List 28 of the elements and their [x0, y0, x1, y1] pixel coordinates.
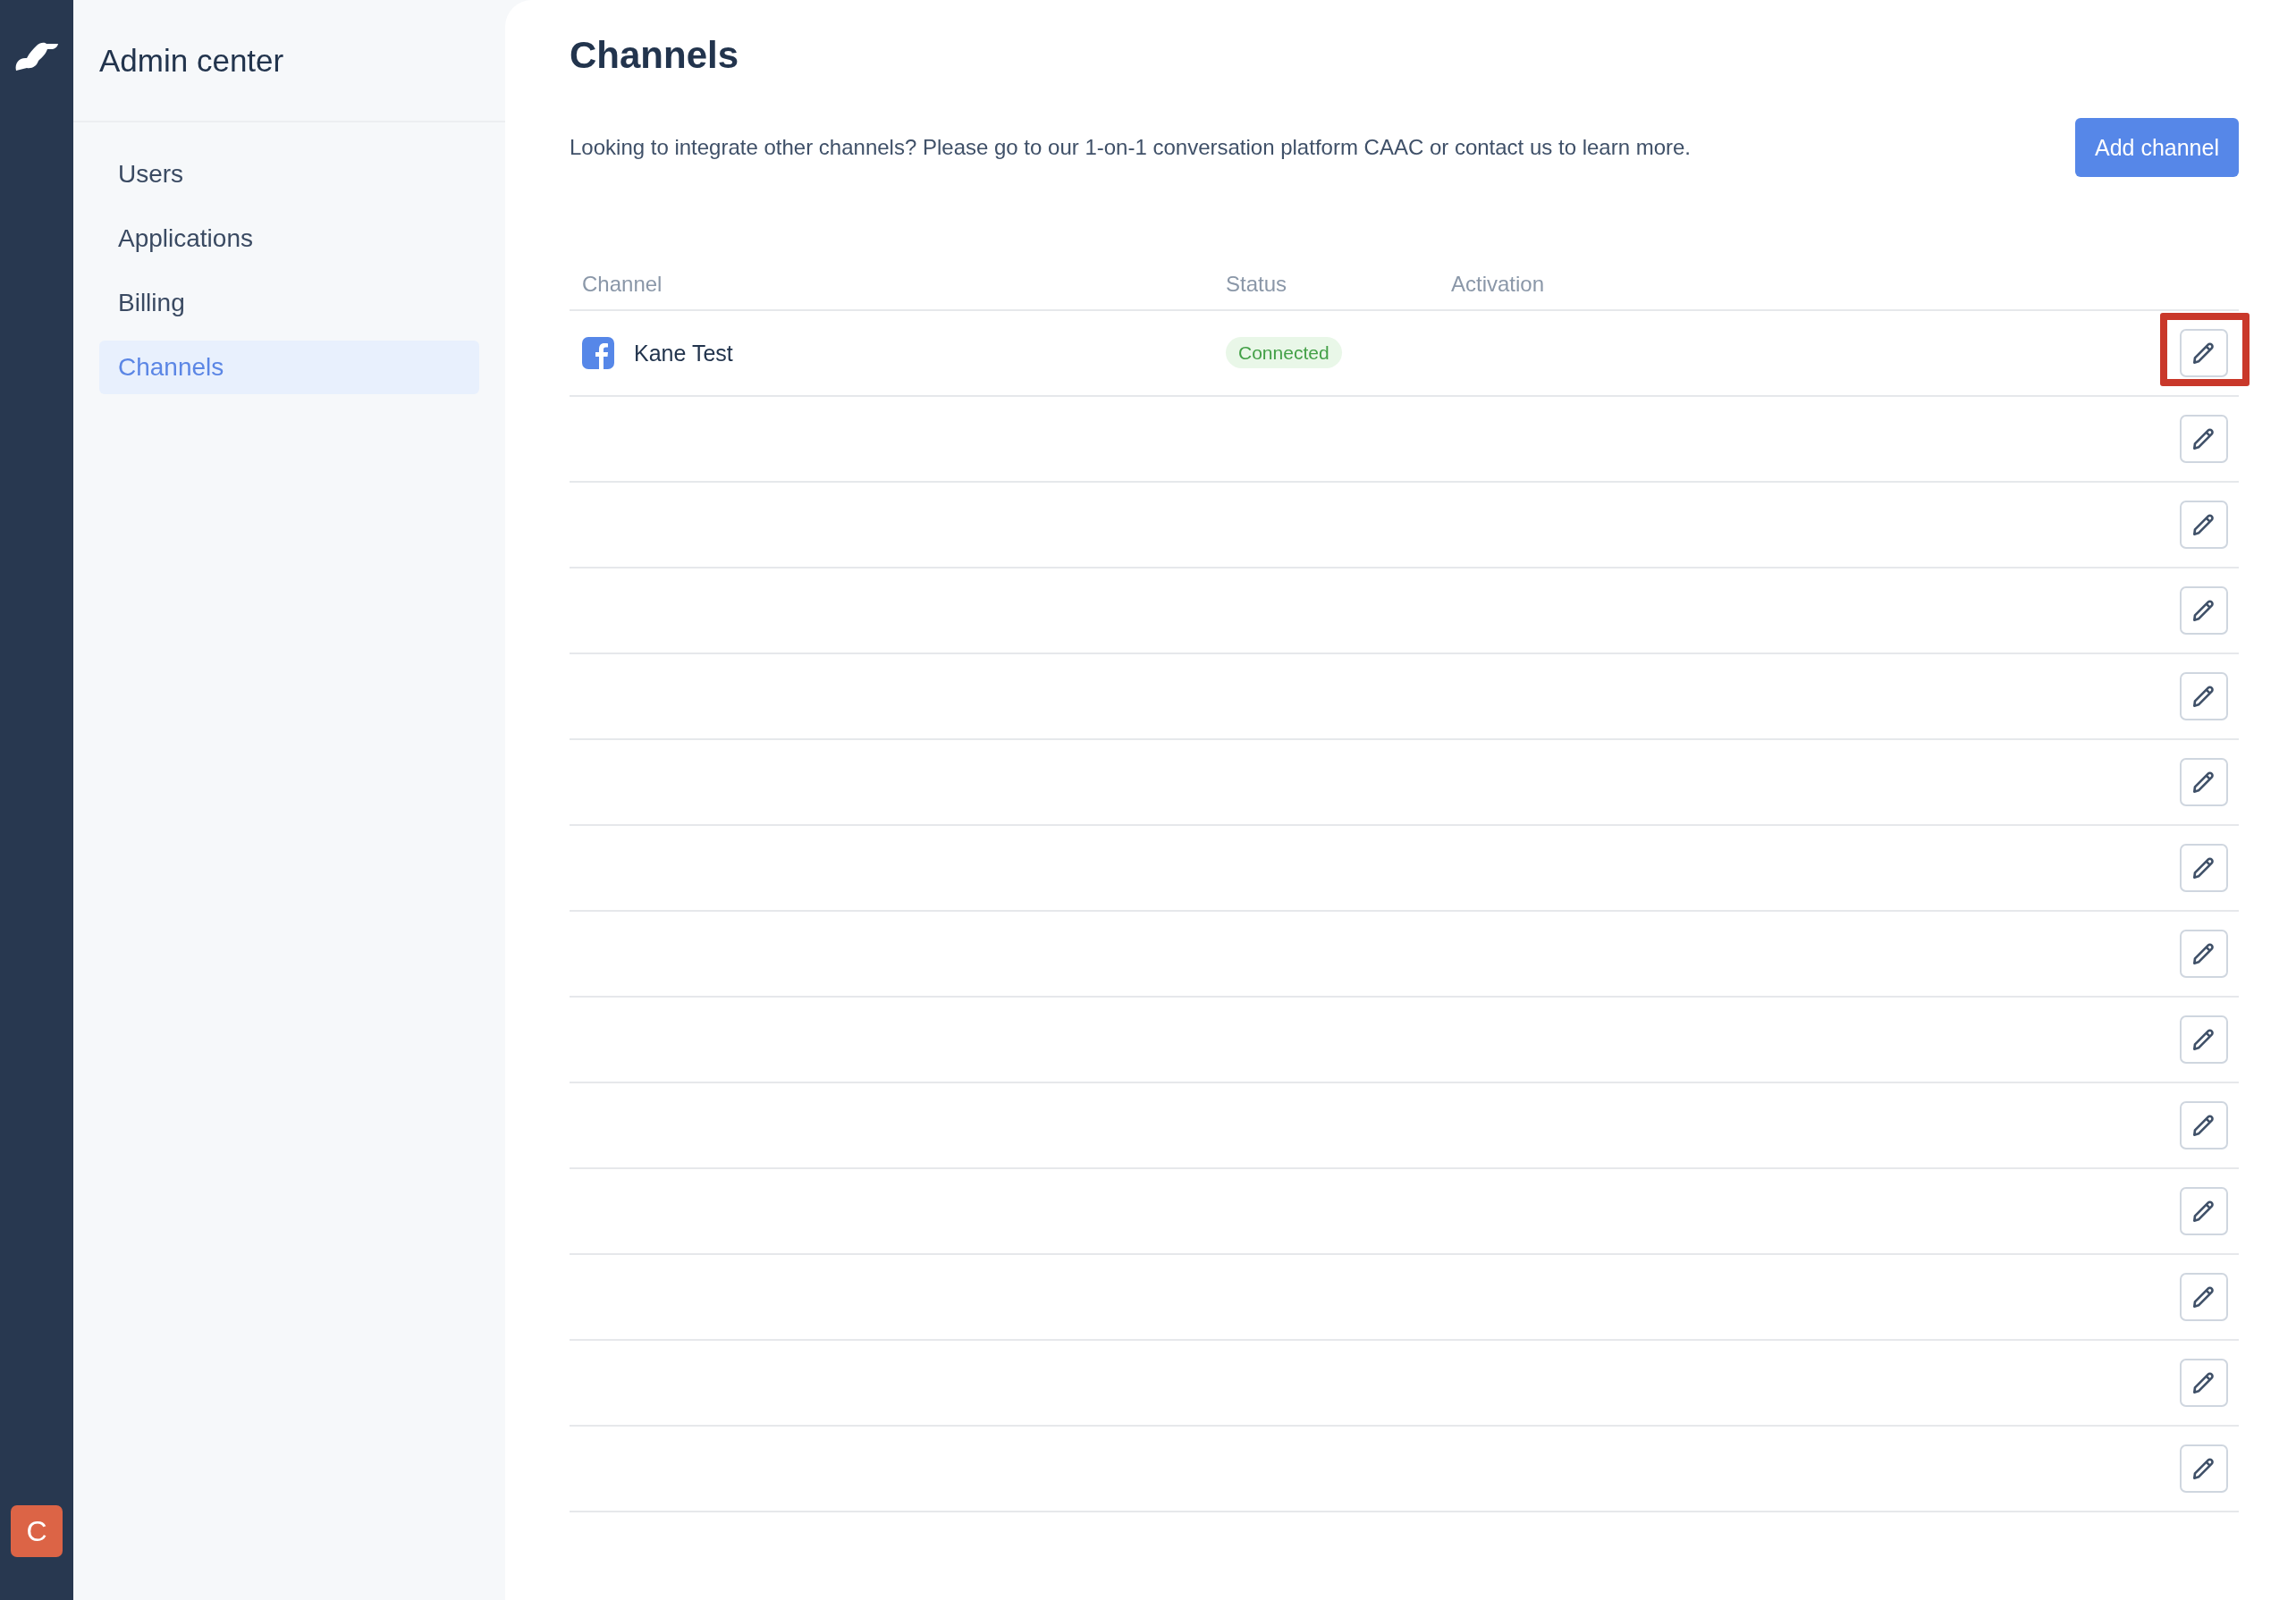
sidebar-item[interactable]: Users [99, 147, 479, 201]
edit-button[interactable] [2180, 329, 2228, 377]
column-header: Activation [1451, 272, 1546, 297]
edit-button[interactable] [2180, 1273, 2228, 1321]
page-title: Channels [570, 34, 740, 77]
edit-button[interactable] [2180, 930, 2228, 978]
sidebar-item[interactable]: Billing [99, 276, 479, 330]
user-avatar[interactable]: C [11, 1505, 63, 1557]
edit-button[interactable] [2180, 672, 2228, 720]
status-badge: Connected [1226, 337, 1342, 368]
edit-button[interactable] [2180, 1015, 2228, 1064]
bird-logo-icon [14, 41, 59, 71]
edit-button[interactable] [2180, 844, 2228, 892]
sidebar-item[interactable]: Applications [99, 212, 479, 265]
facebook-icon [582, 337, 614, 369]
edit-button[interactable] [2180, 1444, 2228, 1493]
edit-button[interactable] [2180, 758, 2228, 806]
edit-button[interactable] [2180, 1187, 2228, 1235]
description-text: Looking to integrate other channels? Please go to our 1-on-1 conversation platform CAAC or contact us to learn more. [570, 135, 1692, 160]
edit-button[interactable] [2180, 586, 2228, 635]
edit-button[interactable] [2180, 415, 2228, 463]
column-header: Status [1226, 272, 1288, 297]
edit-button[interactable] [2180, 1101, 2228, 1149]
channel-name: Kane Test [634, 340, 733, 366]
sidebar-title: Admin center [99, 42, 284, 79]
edit-button[interactable] [2180, 501, 2228, 549]
edit-button[interactable] [2180, 1359, 2228, 1407]
column-header: Channel [582, 272, 663, 297]
